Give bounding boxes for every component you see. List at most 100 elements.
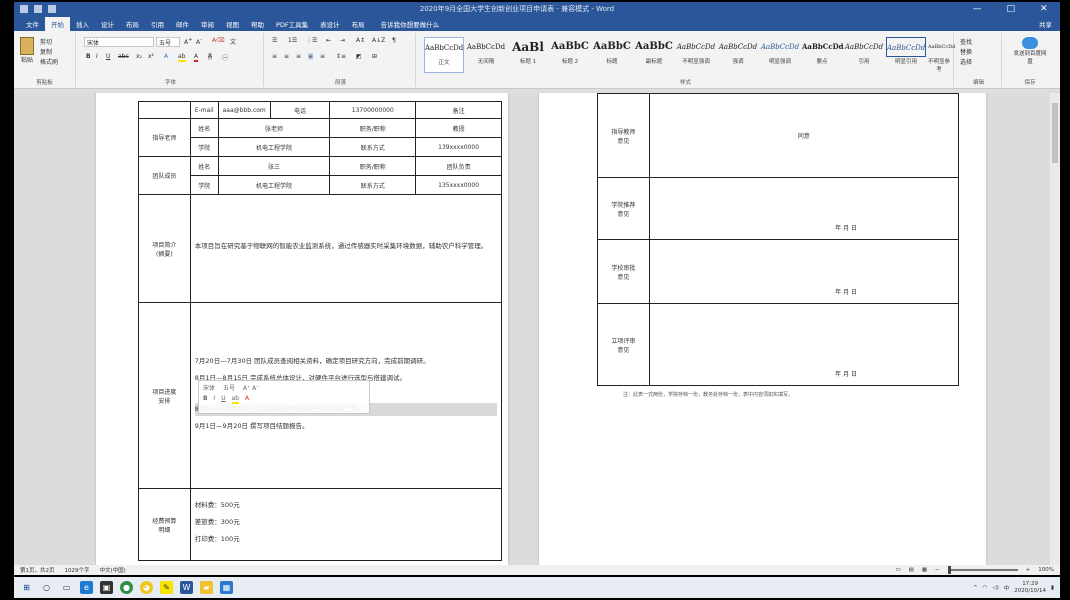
- font-name-select[interactable]: 宋体: [84, 37, 154, 47]
- char-shading-icon[interactable]: A: [208, 53, 213, 60]
- table-cell[interactable]: 13700000000: [329, 101, 417, 119]
- style-intense-emphasis[interactable]: AaBbCcDd 明显强调: [760, 37, 800, 73]
- word-taskbar-icon[interactable]: W: [180, 581, 193, 594]
- volume-icon[interactable]: ◁): [992, 585, 998, 591]
- style-title[interactable]: AaBbC 标题: [592, 37, 632, 73]
- style-intense-quote[interactable]: AaBbCcDd 明显引用: [886, 37, 926, 73]
- edge-icon[interactable]: e: [80, 581, 93, 594]
- tray-chevron-icon[interactable]: ^: [973, 585, 978, 591]
- underline-button[interactable]: U: [106, 53, 110, 60]
- budget-label[interactable]: 经费预算 明细: [138, 488, 191, 561]
- decrease-indent-icon[interactable]: ⇤: [326, 37, 331, 44]
- copy-button[interactable]: 复制: [40, 47, 52, 56]
- table-cell[interactable]: 团队负责: [415, 156, 502, 176]
- project-intro-cell[interactable]: 本项目旨在研究基于物联网的智能农业监测系统，通过传感器实时采集环境数据，辅助农户…: [189, 194, 503, 303]
- table-cell[interactable]: 联系方式: [329, 137, 417, 157]
- bold-button[interactable]: B: [86, 53, 91, 60]
- subscript-button[interactable]: x₂: [136, 53, 142, 60]
- windows-start-icon[interactable]: ⊞: [20, 581, 33, 594]
- advisor-label[interactable]: 指导老师: [138, 118, 191, 157]
- style-heading-2[interactable]: AaBbC 标题 2: [550, 37, 590, 73]
- select-button[interactable]: 选择: [960, 57, 972, 66]
- approval-content[interactable]: 年 月 日: [648, 177, 960, 240]
- clock[interactable]: 17:29 2020/10/14: [1014, 581, 1046, 595]
- table-cell[interactable]: 139xxxx0000: [415, 137, 502, 157]
- read-mode-icon[interactable]: ▭: [895, 567, 900, 573]
- approval-content[interactable]: 同意: [648, 93, 960, 178]
- ime-icon[interactable]: 中: [1004, 584, 1010, 592]
- table-cell[interactable]: 备注: [415, 101, 502, 119]
- mini-font-select[interactable]: 宋体: [203, 385, 215, 392]
- project-intro-label[interactable]: 项目简介 (摘要): [138, 194, 191, 303]
- style-strong[interactable]: AaBbCcDd 要点: [802, 37, 844, 73]
- team-member-label[interactable]: 团队成员: [138, 156, 191, 195]
- table-cell[interactable]: 135xxxx0000: [415, 175, 502, 195]
- table-cell[interactable]: 职务/职称: [329, 118, 417, 138]
- plan-label[interactable]: 项目进度 安排: [138, 302, 191, 489]
- mini-highlight-icon[interactable]: ab: [231, 395, 240, 404]
- baidu-cloud-button[interactable]: 发送到百度网盘: [1012, 37, 1048, 65]
- strikethrough-button[interactable]: abc: [118, 53, 129, 60]
- zoom-in-icon[interactable]: +: [1026, 567, 1031, 573]
- mini-underline-icon[interactable]: U: [221, 395, 225, 402]
- table-cell[interactable]: 学院: [189, 175, 219, 195]
- table-cell[interactable]: [138, 101, 191, 119]
- approval-label[interactable]: 指导教师 意见: [597, 93, 650, 178]
- tab-insert[interactable]: 插入: [70, 17, 95, 31]
- redo-icon[interactable]: [48, 5, 56, 13]
- tab-references[interactable]: 引用: [145, 17, 170, 31]
- style-subtle-emphasis[interactable]: AaBbCcDd 不明显强调: [676, 37, 716, 73]
- scroll-thumb[interactable]: [1052, 103, 1058, 163]
- replace-button[interactable]: 替换: [960, 47, 972, 56]
- network-icon[interactable]: ◠: [983, 585, 988, 591]
- tab-design[interactable]: 设计: [95, 17, 120, 31]
- tab-table-design[interactable]: 表设计: [314, 17, 346, 31]
- style-quote[interactable]: AaBbCcDd 引用: [844, 37, 884, 73]
- qq-icon[interactable]: ◕: [140, 581, 153, 594]
- table-cell[interactable]: 机电工程学院: [217, 137, 331, 157]
- mini-grow-font-icon[interactable]: A⁺: [243, 385, 250, 392]
- tab-review[interactable]: 审阅: [195, 17, 220, 31]
- save-icon[interactable]: [20, 5, 28, 13]
- clear-format-icon[interactable]: A⌫: [212, 37, 225, 44]
- table-cell[interactable]: 教授: [415, 118, 502, 138]
- font-size-select[interactable]: 五号: [156, 37, 180, 47]
- vertical-scrollbar[interactable]: [1050, 93, 1060, 565]
- tab-view[interactable]: 视图: [220, 17, 245, 31]
- table-cell[interactable]: E-mail: [189, 101, 219, 119]
- budget-cell[interactable]: 材料费：500元 差旅费：300元 打印费：100元: [189, 488, 503, 561]
- table-cell[interactable]: 姓名: [189, 156, 219, 176]
- increase-indent-icon[interactable]: ⇥: [340, 37, 345, 44]
- table-cell[interactable]: 张三: [217, 156, 331, 176]
- approval-label[interactable]: 立项评审 意见: [597, 303, 650, 386]
- shading-icon[interactable]: ◩: [356, 53, 362, 60]
- table-cell[interactable]: 姓名: [189, 118, 219, 138]
- page-count[interactable]: 第1页，共2页: [20, 566, 55, 574]
- mini-shrink-font-icon[interactable]: A⁻: [252, 385, 259, 392]
- explorer-icon[interactable]: ▰: [200, 581, 213, 594]
- mini-size-select[interactable]: 五号: [223, 385, 235, 392]
- text-effects-icon[interactable]: A: [164, 53, 168, 60]
- table-cell[interactable]: 机电工程学院: [217, 175, 331, 195]
- numbering-icon[interactable]: 1☰: [288, 37, 297, 44]
- sort-icon[interactable]: A↓Z: [372, 37, 385, 44]
- borders-icon[interactable]: ⊞: [372, 53, 377, 60]
- tab-mailings[interactable]: 邮件: [170, 17, 195, 31]
- close-button[interactable]: ✕: [1040, 4, 1048, 14]
- bullets-icon[interactable]: ☰: [272, 37, 277, 44]
- justify-icon[interactable]: ≡: [308, 53, 314, 60]
- style-subtle-reference[interactable]: AaBbCcDd 不明显参考: [928, 37, 955, 73]
- table-cell[interactable]: 职务/职称: [329, 156, 417, 176]
- sticky-note-icon[interactable]: ✎: [160, 581, 173, 594]
- paste-button[interactable]: 粘贴: [18, 37, 36, 64]
- mini-font-color-icon[interactable]: A: [245, 395, 249, 402]
- tab-file[interactable]: 文件: [20, 17, 45, 31]
- notification-icon[interactable]: ▮: [1051, 585, 1054, 591]
- maximize-button[interactable]: □: [1006, 4, 1015, 14]
- style-normal[interactable]: AaBbCcDd 正文: [424, 37, 464, 73]
- approval-content[interactable]: 年 月 日: [648, 239, 960, 304]
- chrome-icon[interactable]: ●: [120, 581, 133, 594]
- tab-layout[interactable]: 布局: [120, 17, 145, 31]
- zoom-out-icon[interactable]: −: [935, 567, 940, 573]
- task-view-icon[interactable]: ▭: [60, 581, 73, 594]
